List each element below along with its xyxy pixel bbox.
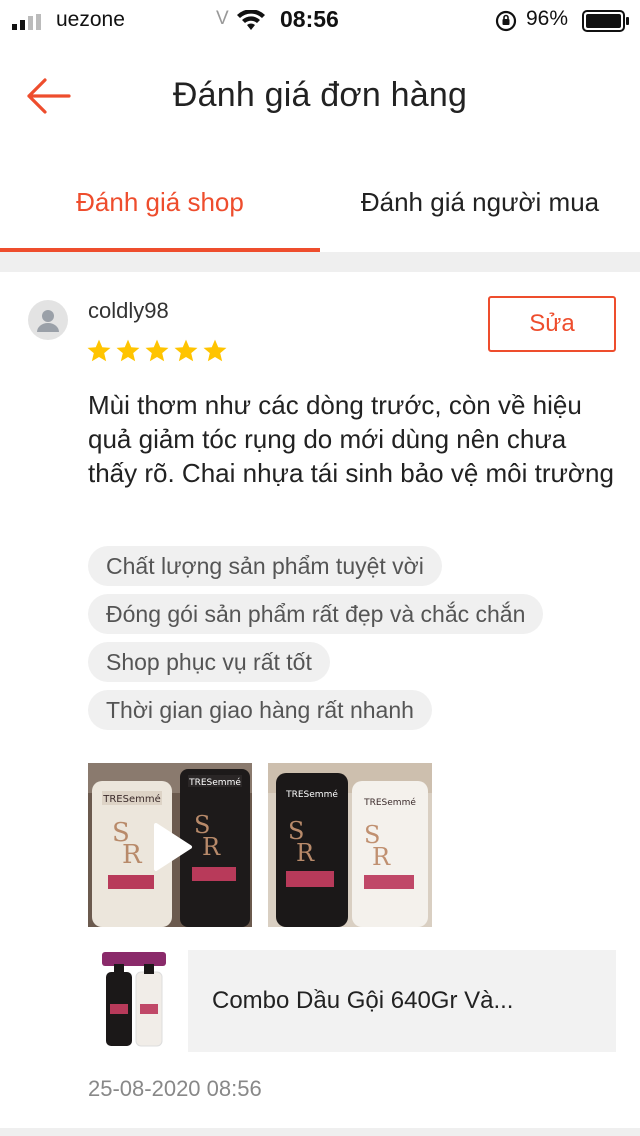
review-timestamp: 25-08-2020 08:56 [88, 1076, 262, 1101]
svg-text:TRESemmé: TRESemmé [363, 797, 416, 808]
svg-text:R: R [202, 833, 221, 861]
tab-buyer-review[interactable]: Đánh giá người mua [320, 152, 640, 252]
star-icon [145, 339, 169, 362]
page-title: Đánh giá đơn hàng [172, 76, 468, 114]
svg-text:TRESemmé: TRESemmé [285, 789, 338, 800]
tab-shop-review[interactable]: Đánh giá shop [0, 152, 320, 252]
battery-icon [582, 10, 629, 32]
star-icon [87, 339, 111, 362]
star-icon [174, 339, 198, 362]
reviewer-username: coldly98 [88, 298, 169, 323]
svg-text:R: R [296, 839, 315, 867]
section-divider [0, 252, 640, 272]
wifi-icon [237, 10, 265, 30]
product-name: Combo Dầu Gội 640Gr Và... [212, 987, 514, 1014]
product-link[interactable]: Combo Dầu Gội 640Gr Và... [88, 950, 616, 1052]
clock: 08:56 [280, 6, 339, 32]
avatar [28, 300, 68, 340]
network-type: V [216, 8, 229, 29]
star-icon [203, 339, 227, 362]
review-video-thumbnail[interactable]: TRESemmé S R TRESemmé S R [88, 763, 252, 927]
app-header: Đánh giá đơn hàng [0, 40, 640, 152]
review-tag: Shop phục vụ rất tốt [88, 642, 330, 682]
section-divider [0, 1128, 640, 1136]
review-tag: Chất lượng sản phẩm tuyệt vời [88, 546, 442, 586]
tab-bar: Đánh giá shop Đánh giá người mua [0, 152, 640, 252]
review-text: Mùi thơm như các dòng trước, còn về hiệu… [88, 390, 614, 488]
svg-text:R: R [372, 843, 391, 871]
play-icon [154, 823, 192, 871]
rotation-lock-icon [495, 10, 517, 32]
product-image [88, 950, 178, 1052]
review-tags: Chất lượng sản phẩm tuyệt vời Đóng gói s… [88, 546, 618, 738]
star-rating [86, 338, 228, 364]
review-tag: Đóng gói sản phẩm rất đẹp và chắc chắn [88, 594, 544, 634]
review-tag: Thời gian giao hàng rất nhanh [88, 690, 432, 730]
signal-icon [12, 14, 41, 30]
product-info: Combo Dầu Gội 640Gr Và... [188, 950, 616, 1052]
product-thumbnail-image [88, 950, 178, 1052]
user-icon [37, 310, 59, 332]
svg-text:TRESemmé: TRESemmé [188, 777, 241, 788]
carrier-name: uezone [56, 8, 125, 31]
shampoo-bottles-image: TRESemmé S R TRESemmé S R [268, 763, 432, 927]
review-media: TRESemmé S R TRESemmé S R TRESemmé S R T… [88, 763, 432, 927]
status-bar: uezone V 08:56 96% [0, 0, 640, 40]
edit-review-button[interactable]: Sửa [488, 296, 616, 352]
svg-text:TRESemmé: TRESemmé [102, 793, 161, 805]
star-icon [116, 339, 140, 362]
review-card: coldly98 Sửa Mùi thơm như các dòng trước… [0, 272, 640, 1128]
review-photo-thumbnail[interactable]: TRESemmé S R TRESemmé S R [268, 763, 432, 927]
svg-text:R: R [122, 840, 143, 870]
battery-percent: 96% [526, 7, 569, 30]
